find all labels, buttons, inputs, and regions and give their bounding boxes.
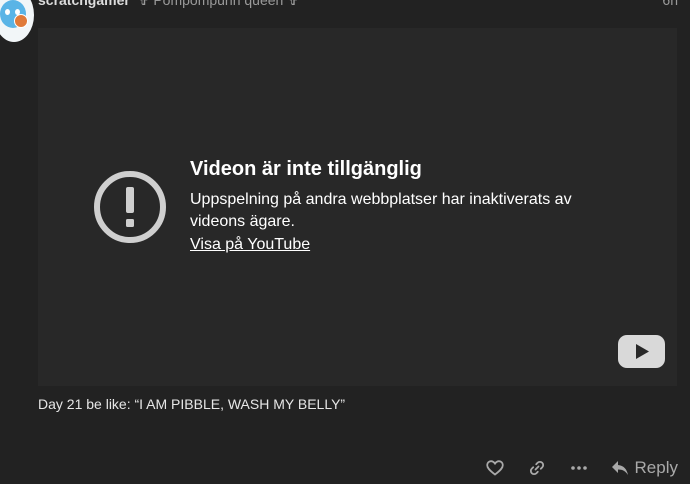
- video-unavailable-message: Uppspelning på andra webbplatser har ina…: [190, 191, 572, 230]
- avatar[interactable]: [0, 0, 34, 42]
- watch-on-youtube-link[interactable]: Visa på YouTube: [190, 234, 310, 256]
- reply-button[interactable]: Reply: [611, 455, 678, 481]
- avatar-eye: [5, 9, 10, 15]
- reply-label: Reply: [634, 458, 678, 477]
- copy-link-button[interactable]: [523, 455, 551, 481]
- video-unavailable-title: Videon är inte tillgänglig: [190, 158, 422, 180]
- post: scratchgamer ✞ Pompompurin queen ✞ 6h Vi…: [0, 0, 690, 484]
- heart-icon: [485, 460, 504, 476]
- post-caption: Day 21 be like: “I AM PIBBLE, WASH MY BE…: [38, 396, 346, 412]
- video-embed[interactable]: Videon är inte tillgänglig Uppspelning p…: [38, 28, 677, 386]
- username[interactable]: scratchgamer: [38, 0, 130, 8]
- more-actions-button[interactable]: [565, 455, 593, 481]
- user-title: ✞ Pompompurin queen ✞: [137, 0, 299, 8]
- avatar-badge: [14, 14, 28, 28]
- youtube-logo-icon[interactable]: [618, 335, 665, 368]
- more-icon: [570, 466, 587, 470]
- like-button[interactable]: [481, 455, 509, 481]
- link-icon: [529, 460, 544, 476]
- error-icon: [94, 171, 166, 243]
- post-meta: scratchgamer ✞ Pompompurin queen ✞ 6h: [38, 0, 678, 9]
- post-actions: Reply: [467, 455, 678, 481]
- post-age[interactable]: 6h: [662, 0, 678, 9]
- reply-icon: [611, 461, 628, 475]
